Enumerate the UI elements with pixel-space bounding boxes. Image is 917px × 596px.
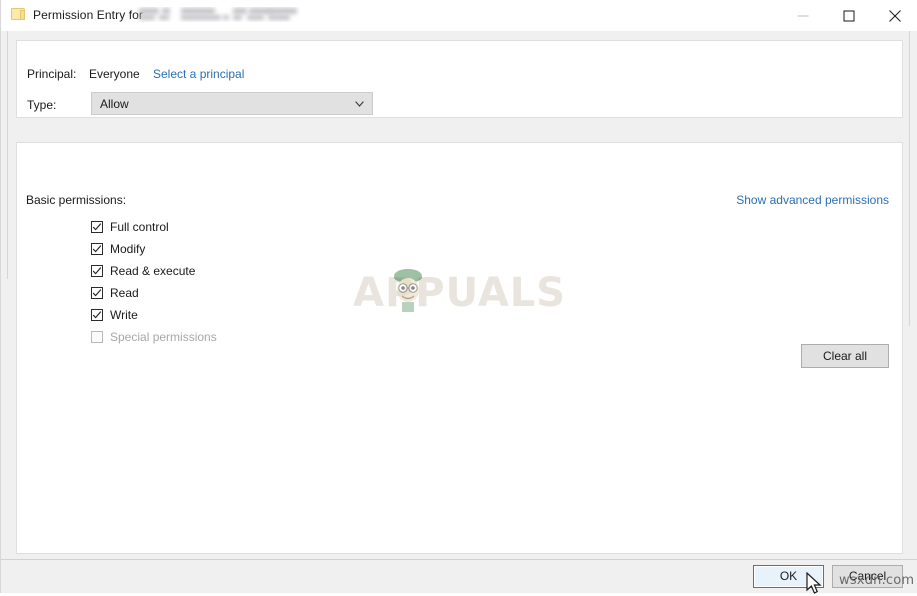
permission-label: Write bbox=[110, 308, 138, 322]
show-advanced-permissions-link[interactable]: Show advanced permissions bbox=[736, 193, 889, 207]
minimize-button[interactable] bbox=[780, 0, 826, 31]
permission-row-special-permissions: Special permissions bbox=[91, 326, 217, 348]
ok-button[interactable]: OK bbox=[753, 565, 824, 588]
right-edge-divider bbox=[909, 31, 910, 326]
minimize-icon bbox=[797, 15, 809, 16]
chevron-down-icon bbox=[355, 101, 364, 107]
check-icon bbox=[92, 223, 102, 231]
dialog-footer: OK Cancel bbox=[1, 560, 917, 593]
checkbox-read[interactable] bbox=[91, 287, 103, 299]
principal-panel: Principal: Everyone Select a principal T… bbox=[16, 40, 903, 118]
window-title: Permission Entry for bbox=[33, 8, 144, 22]
left-edge-divider bbox=[7, 31, 8, 279]
permission-row-read-execute[interactable]: Read & execute bbox=[91, 260, 217, 282]
window-title-redacted-path bbox=[137, 7, 301, 22]
checkbox-write[interactable] bbox=[91, 309, 103, 321]
check-icon bbox=[92, 289, 102, 297]
cancel-button[interactable]: Cancel bbox=[832, 565, 903, 588]
permission-label: Special permissions bbox=[110, 330, 217, 344]
close-button[interactable] bbox=[872, 0, 917, 31]
permission-entry-window: Permission Entry for Principal: Everyone… bbox=[0, 0, 917, 594]
type-dropdown[interactable]: Allow bbox=[91, 92, 373, 115]
type-label: Type: bbox=[27, 98, 57, 112]
permission-row-full-control[interactable]: Full control bbox=[91, 216, 217, 238]
title-bar: Permission Entry for bbox=[1, 0, 917, 32]
permission-label: Read & execute bbox=[110, 264, 196, 278]
maximize-icon bbox=[843, 10, 855, 21]
check-icon bbox=[92, 311, 102, 319]
permission-row-read[interactable]: Read bbox=[91, 282, 217, 304]
permissions-list: Full control Modify Read & execute Read … bbox=[91, 216, 217, 348]
checkbox-modify[interactable] bbox=[91, 243, 103, 255]
folder-icon bbox=[11, 7, 26, 21]
principal-value: Everyone bbox=[89, 67, 140, 81]
checkbox-full-control[interactable] bbox=[91, 221, 103, 233]
permission-row-write[interactable]: Write bbox=[91, 304, 217, 326]
checkbox-special-permissions bbox=[91, 331, 103, 343]
maximize-button[interactable] bbox=[826, 0, 872, 31]
basic-permissions-panel: Basic permissions: Show advanced permiss… bbox=[16, 142, 903, 554]
permission-row-modify[interactable]: Modify bbox=[91, 238, 217, 260]
dialog-body: Principal: Everyone Select a principal T… bbox=[1, 31, 917, 593]
type-dropdown-value: Allow bbox=[100, 97, 129, 111]
check-icon bbox=[92, 245, 102, 253]
permission-label: Modify bbox=[110, 242, 146, 256]
close-icon bbox=[889, 9, 901, 22]
check-icon bbox=[92, 267, 102, 275]
checkbox-read-execute[interactable] bbox=[91, 265, 103, 277]
principal-label: Principal: bbox=[27, 67, 77, 81]
permission-label: Read bbox=[110, 286, 139, 300]
basic-permissions-label: Basic permissions: bbox=[26, 193, 127, 207]
clear-all-button[interactable]: Clear all bbox=[801, 344, 889, 368]
permission-label: Full control bbox=[110, 220, 169, 234]
select-a-principal-link[interactable]: Select a principal bbox=[153, 67, 244, 81]
